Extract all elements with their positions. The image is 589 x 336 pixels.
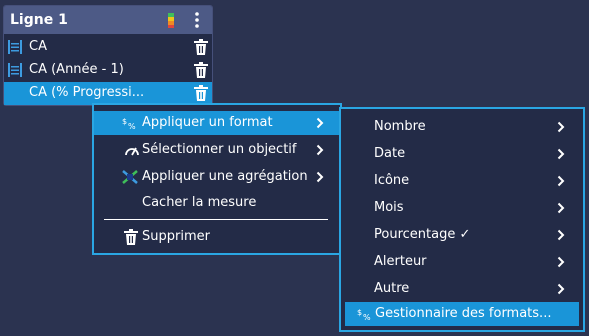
chevron-right-icon <box>316 144 324 156</box>
submenu-item-alert[interactable]: Alerteur <box>341 250 583 274</box>
submenu-item-icon[interactable]: Icône <box>341 169 583 193</box>
aggregation-icon <box>122 170 138 184</box>
trash-icon[interactable] <box>194 62 208 78</box>
menu-item-label: Cacher la mesure <box>142 195 257 210</box>
submenu-item-month[interactable]: Mois <box>341 196 583 220</box>
submenu-item-label: Autre <box>374 281 410 296</box>
svg-text:$: $ <box>357 308 362 317</box>
submenu-item-date[interactable]: Date <box>341 142 583 166</box>
submenu-item-number[interactable]: Nombre <box>341 115 583 139</box>
submenu-item-label: Icône <box>374 173 410 188</box>
svg-text:%: % <box>128 122 136 130</box>
menu-item-label: Appliquer une agrégation <box>142 169 308 184</box>
submenu-item-percentage[interactable]: Pourcentage ✓ <box>341 223 583 247</box>
menu-item-apply-aggregation[interactable]: Appliquer une agrégation <box>94 165 340 189</box>
menu-item-label: Appliquer un format <box>142 115 273 130</box>
measure-label: CA (Année - 1) <box>29 62 124 77</box>
menu-divider <box>104 219 328 220</box>
submenu-item-label: Date <box>374 146 406 161</box>
panel-title: Ligne 1 <box>10 12 68 28</box>
chevron-right-icon <box>557 229 565 241</box>
measure-panel: Ligne 1 CA CA (Année - 1) CA (% Progress… <box>3 5 213 106</box>
drag-handle-icon[interactable] <box>8 40 22 54</box>
panel-header: Ligne 1 <box>4 6 212 34</box>
drag-handle-icon[interactable] <box>8 63 22 77</box>
format-percent-icon: $ % <box>357 308 371 321</box>
submenu-item-label: Mois <box>374 200 404 215</box>
measure-label: CA (% Progressi... <box>29 85 145 100</box>
trash-icon[interactable] <box>194 85 208 101</box>
submenu-item-format-manager[interactable]: $ % Gestionnaire des formats... <box>345 302 579 326</box>
trash-icon <box>124 229 138 245</box>
context-menu: $ % Appliquer un format Sélectionner un … <box>92 103 342 255</box>
submenu-item-label: Pourcentage ✓ <box>374 227 471 242</box>
format-percent-icon: $ % <box>122 117 136 130</box>
chevron-right-icon <box>557 256 565 268</box>
measure-label: CA <box>29 39 47 54</box>
chevron-right-icon <box>557 283 565 295</box>
measure-row[interactable]: CA (Année - 1) <box>4 59 212 82</box>
menu-item-select-objective[interactable]: Sélectionner un objectif <box>94 138 340 162</box>
submenu-item-label: Gestionnaire des formats... <box>375 306 552 321</box>
more-options-icon[interactable] <box>194 12 200 28</box>
svg-text:%: % <box>363 313 371 321</box>
gauge-icon <box>125 147 139 156</box>
chevron-right-icon <box>557 121 565 133</box>
submenu-item-other[interactable]: Autre <box>341 277 583 301</box>
menu-item-label: Sélectionner un objectif <box>142 142 297 157</box>
menu-item-hide-measure[interactable]: Cacher la mesure <box>94 191 340 215</box>
svg-text:$: $ <box>122 117 127 126</box>
chevron-right-icon <box>557 175 565 187</box>
trash-icon[interactable] <box>194 39 208 55</box>
measure-row-selected[interactable]: CA (% Progressi... <box>4 82 212 105</box>
chevron-right-icon <box>557 148 565 160</box>
submenu-item-label: Nombre <box>374 119 426 134</box>
chevron-right-icon <box>316 117 324 129</box>
menu-item-delete[interactable]: Supprimer <box>94 225 340 249</box>
chevron-right-icon <box>557 202 565 214</box>
measure-row[interactable]: CA <box>4 36 212 59</box>
chevron-right-icon <box>316 171 324 183</box>
menu-item-label: Supprimer <box>142 229 210 244</box>
color-palette-icon[interactable] <box>168 13 174 28</box>
menu-item-apply-format[interactable]: $ % Appliquer un format <box>94 111 340 135</box>
format-submenu: Nombre Date Icône Mois Pourcentage ✓ Ale… <box>339 107 585 332</box>
submenu-item-label: Alerteur <box>374 254 427 269</box>
